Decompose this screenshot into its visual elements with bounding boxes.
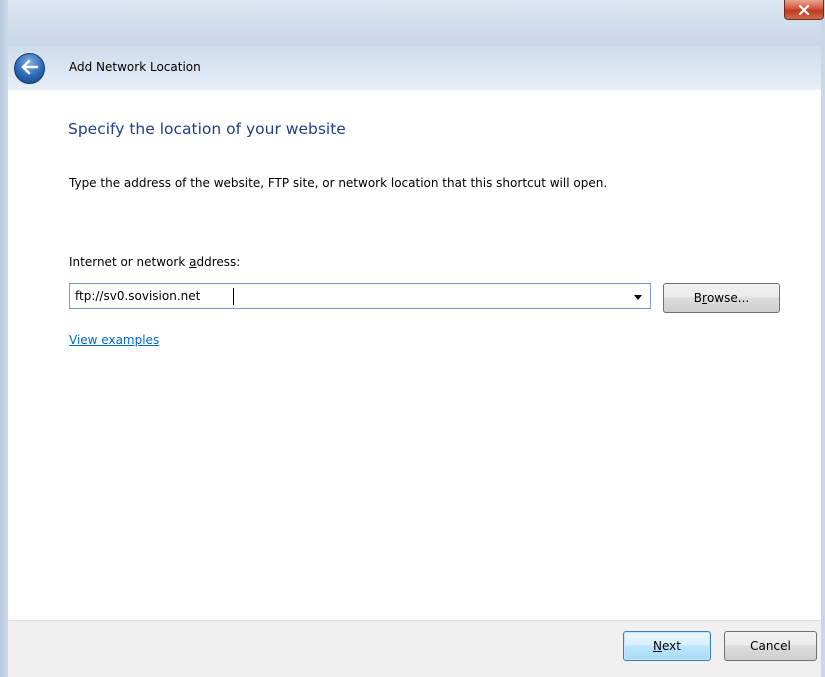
main-instruction: Specify the location of your website	[68, 120, 346, 138]
address-label-text: Internet or network	[69, 255, 190, 269]
content-area	[8, 90, 821, 620]
browse-button[interactable]: Br owse...	[663, 283, 780, 313]
next-label-end: ext	[662, 639, 681, 653]
back-button[interactable]	[14, 53, 45, 84]
close-button[interactable]	[784, 0, 824, 20]
browse-label-end: owse...	[706, 291, 750, 305]
description-text: Type the address of the website, FTP sit…	[69, 176, 608, 190]
close-icon	[798, 4, 810, 15]
address-input[interactable]	[70, 284, 626, 308]
next-label-accelerator: N	[653, 639, 662, 653]
text-caret	[233, 288, 234, 305]
window-frame-left	[0, 0, 8, 677]
window-title: Add Network Location	[69, 60, 201, 74]
address-dropdown-button[interactable]	[626, 284, 650, 308]
address-label-text-end: ddress:	[196, 255, 241, 269]
next-button[interactable]: Next	[623, 631, 711, 661]
back-arrow-icon	[21, 59, 39, 78]
title-bar[interactable]	[0, 0, 825, 46]
dialog-window: Add Network Location Specify the locatio…	[0, 0, 825, 677]
browse-label-start: B	[693, 291, 703, 305]
window-frame-right	[821, 0, 825, 677]
view-examples-link[interactable]: View examples	[69, 333, 159, 347]
chevron-down-icon	[634, 289, 642, 303]
cancel-button[interactable]: Cancel	[724, 631, 817, 661]
address-combobox[interactable]	[69, 283, 651, 309]
address-label: Internet or network address:	[69, 255, 240, 269]
